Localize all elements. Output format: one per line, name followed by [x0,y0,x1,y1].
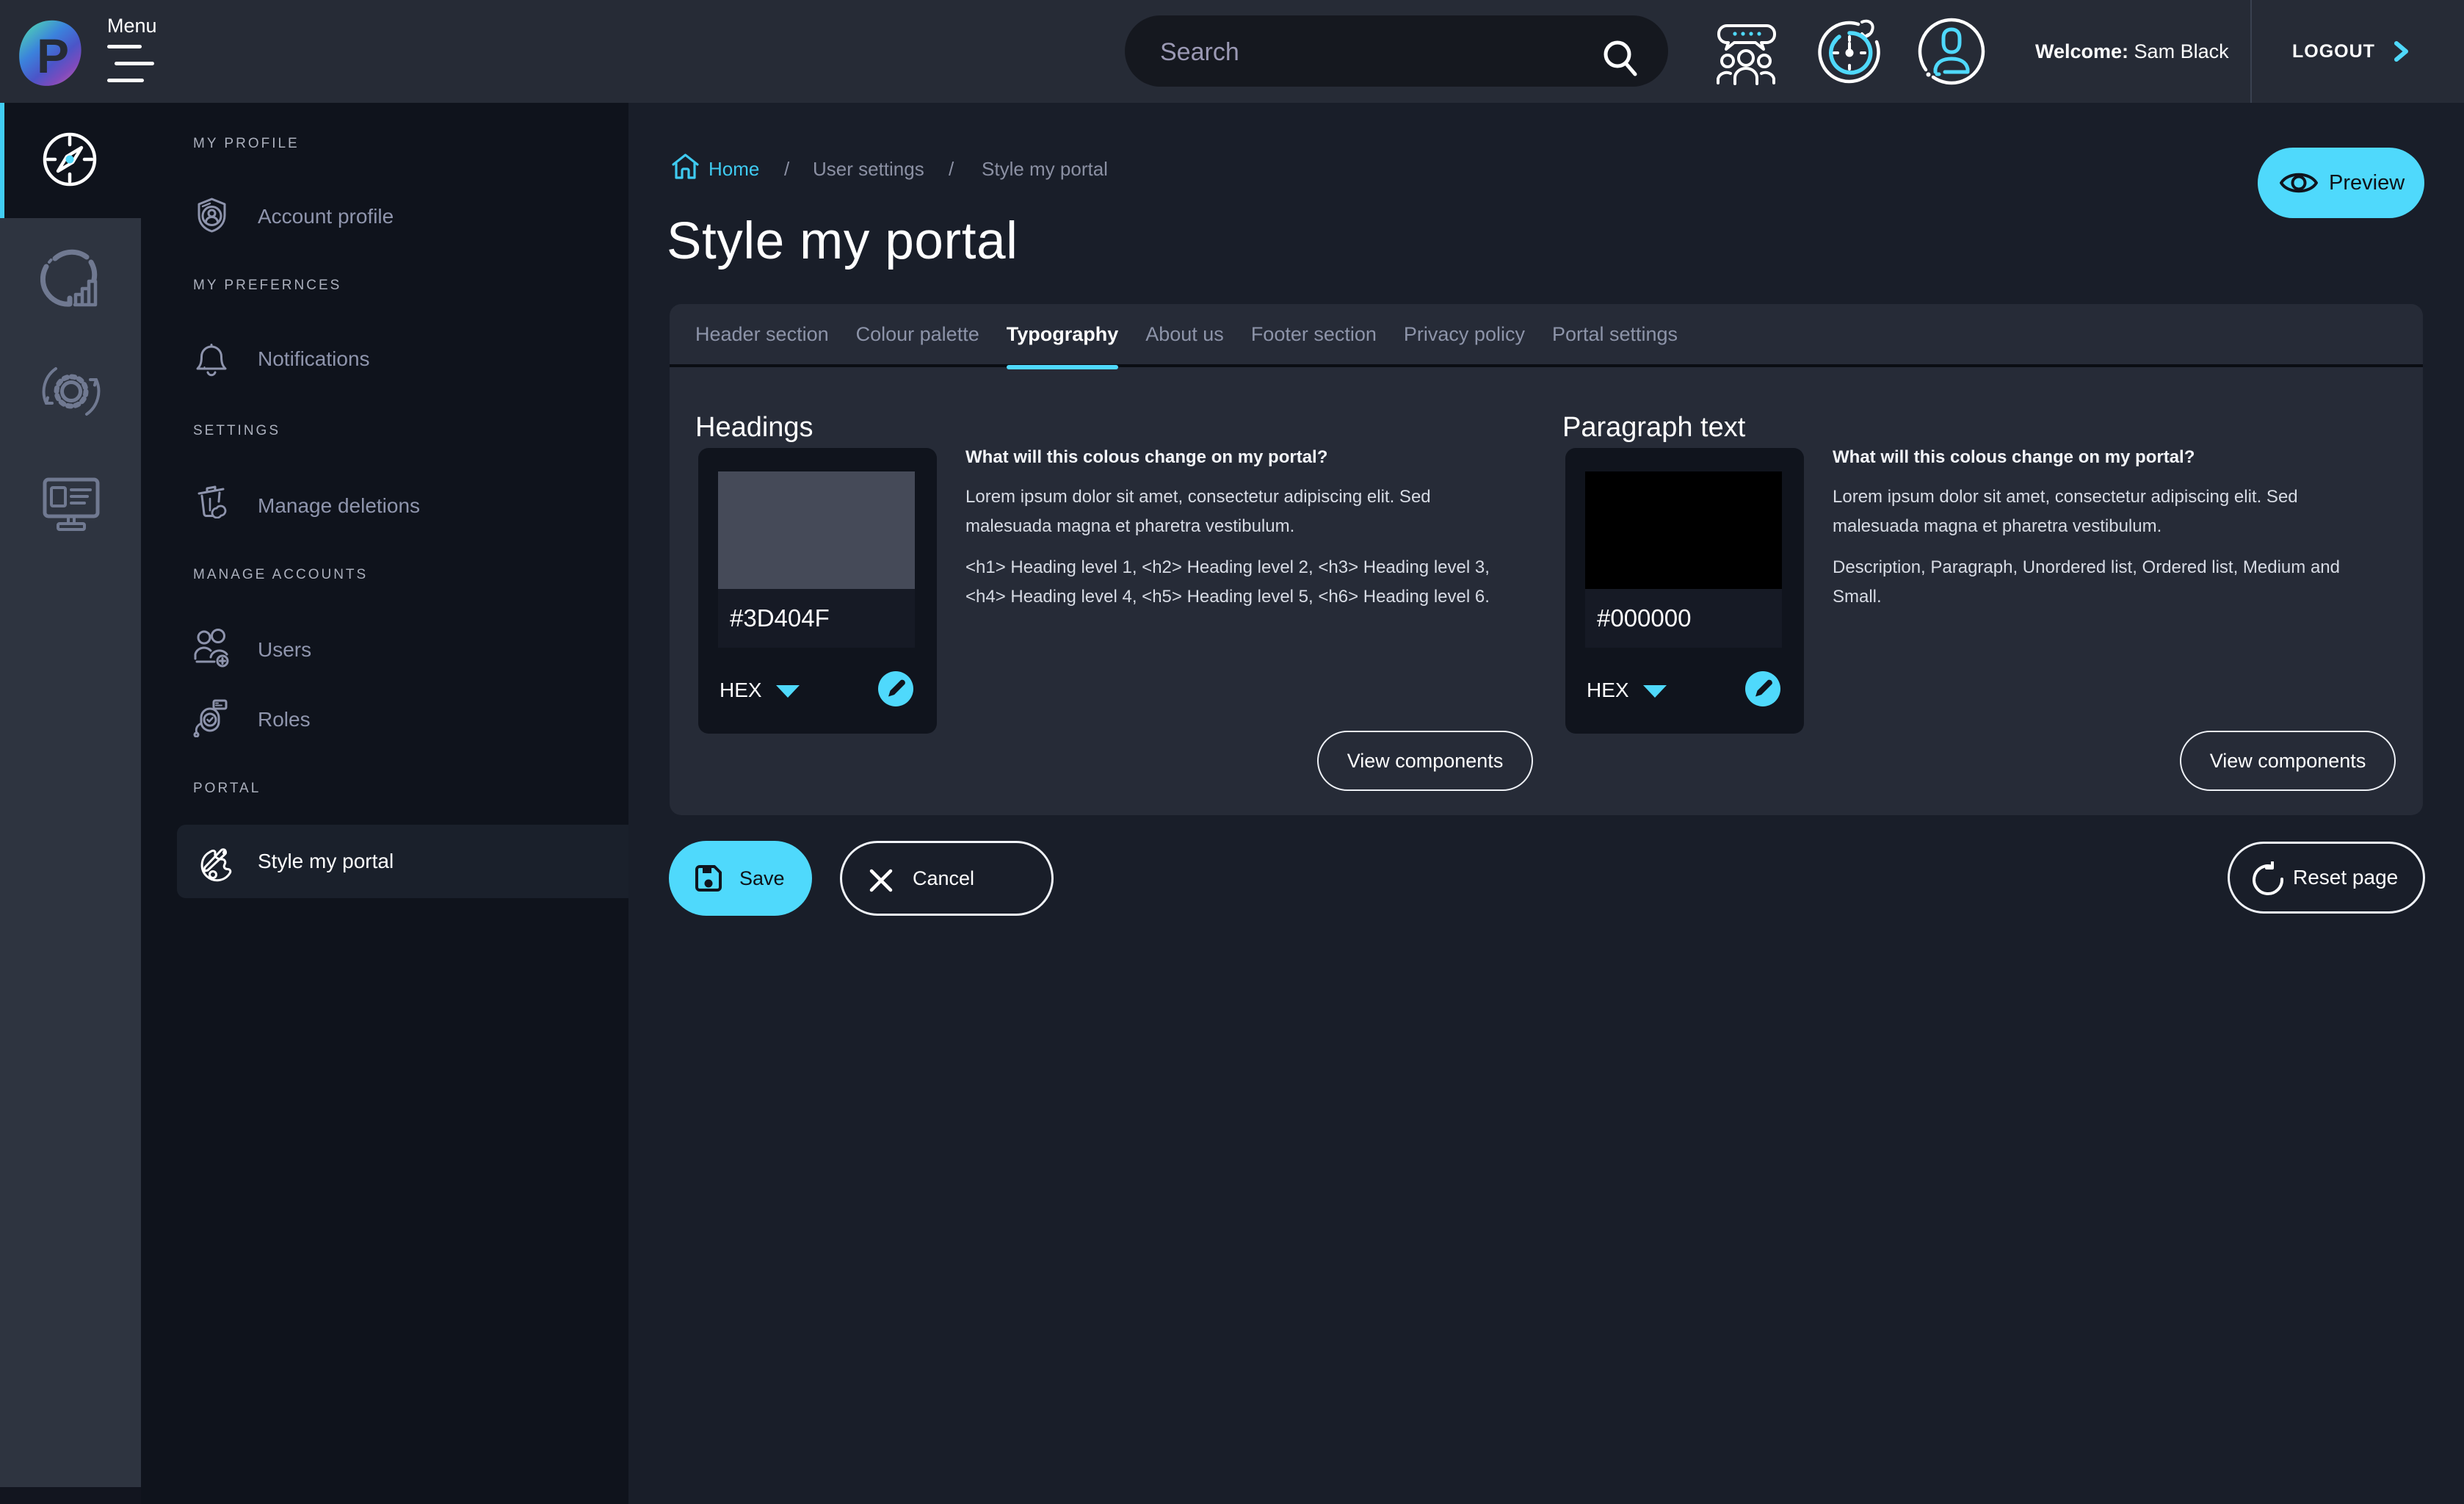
svg-text:P: P [37,29,69,83]
